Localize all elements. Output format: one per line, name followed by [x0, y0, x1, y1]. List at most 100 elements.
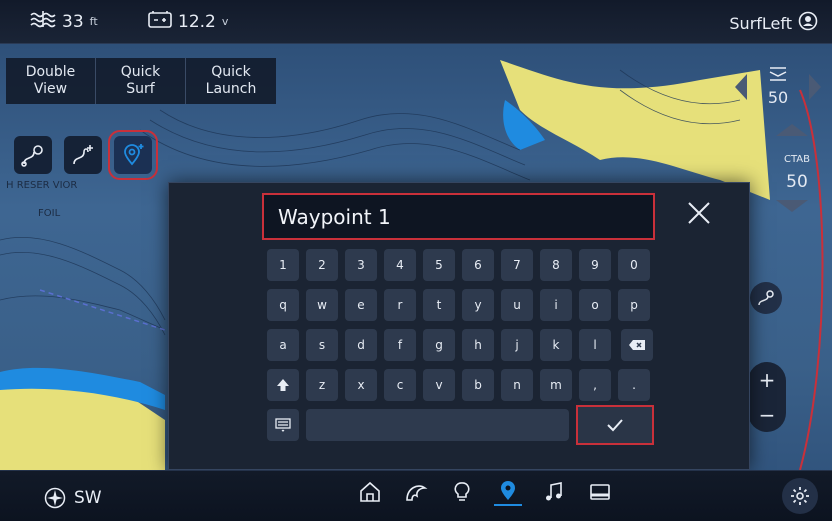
- key-keyboard-toggle[interactable]: [267, 409, 299, 441]
- keyboard-key[interactable]: j: [501, 329, 533, 361]
- keyboard-key[interactable]: e: [345, 289, 377, 321]
- ctab-up-button[interactable]: [774, 122, 810, 142]
- zoom-in-button[interactable]: +: [748, 362, 786, 397]
- wave-icon: [406, 485, 428, 501]
- user-icon: [798, 11, 818, 35]
- nav-music-button[interactable]: [540, 478, 568, 506]
- next-arrow-button[interactable]: [806, 72, 824, 106]
- nav-lights-button[interactable]: [448, 478, 476, 506]
- add-route-icon: [73, 145, 93, 165]
- keyboard-key[interactable]: u: [501, 289, 533, 321]
- key-space[interactable]: [306, 409, 569, 441]
- keyboard-key[interactable]: v: [423, 369, 455, 401]
- keyboard-key[interactable]: q: [267, 289, 299, 321]
- lightbulb-icon: [454, 482, 470, 501]
- confirm-button[interactable]: [576, 405, 654, 445]
- keyboard-key[interactable]: o: [579, 289, 611, 321]
- keyboard-key[interactable]: x: [345, 369, 377, 401]
- map-label-reservoir: H RESER VIOR: [6, 180, 78, 191]
- battery-icon: [148, 10, 172, 33]
- keyboard-key[interactable]: 3: [345, 249, 377, 281]
- nav-home-button[interactable]: [356, 478, 384, 506]
- route-button[interactable]: [14, 136, 52, 174]
- keyboard-key[interactable]: w: [306, 289, 338, 321]
- compass-icon: [44, 487, 66, 509]
- keyboard-key[interactable]: f: [384, 329, 416, 361]
- quick-surf-button[interactable]: Quick Surf: [96, 58, 186, 104]
- keyboard-key[interactable]: a: [267, 329, 299, 361]
- keyboard-key[interactable]: 2: [306, 249, 338, 281]
- shift-icon: [277, 379, 289, 391]
- map-tools: [14, 130, 158, 180]
- battery-readout: 12.2 v: [148, 10, 228, 33]
- keyboard-key[interactable]: h: [462, 329, 494, 361]
- speed-display: 50: [756, 66, 800, 107]
- keyboard-key[interactable]: 6: [462, 249, 494, 281]
- battery-unit: v: [221, 15, 229, 28]
- nav-surf-button[interactable]: [402, 478, 430, 506]
- ctab-down-button[interactable]: [774, 198, 810, 218]
- keyboard-key[interactable]: i: [540, 289, 572, 321]
- nav-map-button[interactable]: [494, 478, 522, 506]
- keyboard-key[interactable]: d: [345, 329, 377, 361]
- keyboard-key[interactable]: c: [384, 369, 416, 401]
- waypoint-name-dialog: Waypoint 1 1234567890 qwertyuiop asdfghjkl…: [168, 182, 750, 470]
- route-nav-icon: [758, 290, 774, 306]
- speed-icon: [769, 67, 787, 81]
- add-route-button[interactable]: [64, 136, 102, 174]
- keyboard-key[interactable]: ,: [579, 369, 611, 401]
- main-nav: [356, 478, 614, 506]
- settings-button[interactable]: [782, 478, 818, 514]
- music-note-icon: [546, 482, 562, 501]
- route-nav-button[interactable]: [750, 282, 782, 314]
- profile-selector[interactable]: SurfLeft: [729, 11, 818, 35]
- quick-launch-label: Quick Launch: [205, 64, 257, 97]
- add-waypoint-icon: [124, 144, 144, 166]
- waypoint-name-input[interactable]: Waypoint 1: [262, 193, 655, 240]
- key-backspace[interactable]: [621, 329, 653, 361]
- keyboard-key[interactable]: .: [618, 369, 650, 401]
- keyboard-key[interactable]: 5: [423, 249, 455, 281]
- keyboard-key[interactable]: z: [306, 369, 338, 401]
- quick-surf-label: Quick Surf: [120, 64, 161, 97]
- close-button[interactable]: [685, 199, 713, 227]
- compass-readout: SW: [44, 487, 102, 509]
- map-pin-icon: [501, 481, 515, 500]
- backspace-icon: [629, 340, 645, 350]
- keyboard-key[interactable]: 8: [540, 249, 572, 281]
- keyboard-key[interactable]: k: [540, 329, 572, 361]
- keyboard-key[interactable]: y: [462, 289, 494, 321]
- keyboard-key[interactable]: s: [306, 329, 338, 361]
- battery-value: 12.2: [178, 11, 216, 32]
- prev-arrow-button[interactable]: [732, 72, 750, 106]
- quick-launch-button[interactable]: Quick Launch: [186, 58, 276, 104]
- keyboard-key[interactable]: b: [462, 369, 494, 401]
- add-waypoint-button[interactable]: [108, 130, 158, 180]
- keyboard-key[interactable]: l: [579, 329, 611, 361]
- keyboard-key[interactable]: t: [423, 289, 455, 321]
- keyboard-key[interactable]: p: [618, 289, 650, 321]
- double-view-button[interactable]: Double View: [6, 58, 96, 104]
- keyboard-key[interactable]: 0: [618, 249, 650, 281]
- keyboard-key[interactable]: g: [423, 329, 455, 361]
- double-view-label: Double View: [25, 64, 76, 97]
- keyboard-key[interactable]: m: [540, 369, 572, 401]
- profile-name: SurfLeft: [729, 13, 792, 33]
- ctab-label: CTAB: [783, 154, 810, 165]
- zoom-out-button[interactable]: −: [748, 397, 786, 432]
- triangle-up-icon: [776, 124, 808, 136]
- check-icon: [607, 419, 623, 432]
- keyboard-key[interactable]: n: [501, 369, 533, 401]
- map-label-foil: FOIL: [38, 208, 61, 219]
- quick-actions-bar: Double View Quick Surf Quick Launch: [6, 58, 276, 104]
- keyboard-key[interactable]: 1: [267, 249, 299, 281]
- gear-icon: [791, 487, 809, 505]
- keyboard-key[interactable]: 9: [579, 249, 611, 281]
- keyboard-key[interactable]: 7: [501, 249, 533, 281]
- keyboard-key[interactable]: 4: [384, 249, 416, 281]
- nav-camera-button[interactable]: [586, 478, 614, 506]
- home-icon: [360, 481, 380, 502]
- waves-icon: [30, 10, 56, 33]
- keyboard-key[interactable]: r: [384, 289, 416, 321]
- key-shift[interactable]: [267, 369, 299, 401]
